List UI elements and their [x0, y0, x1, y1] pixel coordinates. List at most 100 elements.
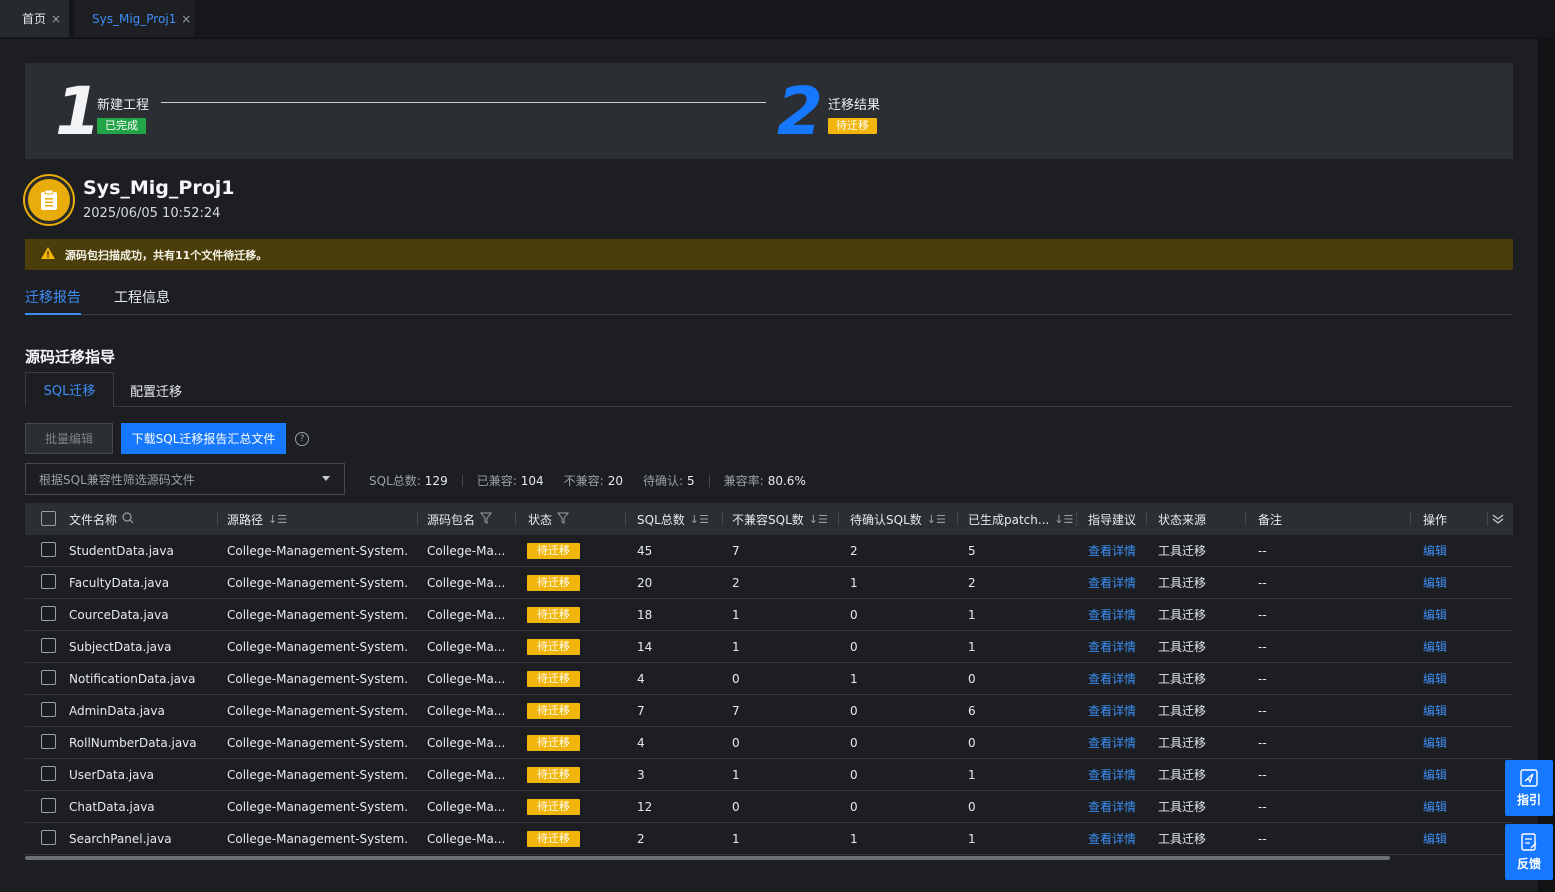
tab-config-migration[interactable]: 配置迁移 [130, 381, 182, 400]
view-details-link-cell[interactable]: 查看详情 [1088, 791, 1136, 822]
compatibility-filter-select[interactable]: 根据SQL兼容性筛选源码文件 [25, 463, 345, 495]
edit-link[interactable]: 编辑 [1423, 670, 1447, 687]
edit-link[interactable]: 编辑 [1423, 606, 1447, 623]
tab-project-info[interactable]: 工程信息 [114, 287, 170, 307]
row-checkbox[interactable] [41, 702, 56, 717]
select-all-checkbox[interactable] [41, 511, 56, 526]
view-details-link-cell[interactable]: 查看详情 [1088, 823, 1136, 854]
help-icon[interactable]: ? [295, 432, 309, 446]
row-checkbox[interactable] [41, 638, 56, 653]
row-checkbox[interactable] [41, 670, 56, 685]
edit-link[interactable]: 编辑 [1423, 638, 1447, 655]
download-report-button[interactable]: 下载SQL迁移报告汇总文件 [121, 423, 286, 454]
row-checkbox[interactable] [41, 606, 56, 621]
edit-link[interactable]: 编辑 [1423, 798, 1447, 815]
batch-edit-button[interactable]: 批量编辑 [25, 423, 113, 454]
tab-project-label: Sys_Mig_Proj1 [92, 11, 177, 26]
view-details-link[interactable]: 查看详情 [1088, 702, 1136, 719]
edit-link-cell[interactable]: 编辑 [1423, 599, 1447, 630]
cell-pending-sql-cell: 0 [850, 599, 858, 630]
cell-package-cell: College-Ma... [427, 791, 509, 822]
cell-incompatible-sql-cell: 0 [732, 663, 740, 694]
view-details-link-cell[interactable]: 查看详情 [1088, 727, 1136, 758]
cell-file-name-cell: RollNumberData.java [69, 727, 197, 758]
horizontal-scrollbar[interactable] [25, 856, 1390, 860]
row-checkbox[interactable] [41, 542, 56, 557]
cell-patch-cell: 0 [968, 791, 976, 822]
filter-icon[interactable] [556, 512, 570, 527]
edit-link-cell[interactable]: 编辑 [1423, 567, 1447, 598]
status-badge: 待迁移 [527, 830, 580, 847]
cell-package: College-Ma... [427, 799, 506, 814]
view-details-link[interactable]: 查看详情 [1088, 606, 1136, 623]
edit-link[interactable]: 编辑 [1423, 766, 1447, 783]
cell-sql-total: 4 [637, 735, 645, 750]
edit-link[interactable]: 编辑 [1423, 702, 1447, 719]
row-checkbox[interactable] [41, 830, 56, 845]
row-checkbox[interactable] [41, 574, 56, 589]
edit-link-cell[interactable]: 编辑 [1423, 759, 1447, 790]
cell-incompatible-sql: 0 [732, 671, 740, 686]
row-checkbox[interactable] [41, 798, 56, 813]
view-details-link-cell[interactable]: 查看详情 [1088, 631, 1136, 662]
filter-icon[interactable] [479, 512, 493, 527]
row-checkbox[interactable] [41, 734, 56, 749]
edit-link-cell[interactable]: 编辑 [1423, 791, 1447, 822]
view-details-link-cell[interactable]: 查看详情 [1088, 663, 1136, 694]
sort-icon[interactable]: ↓☰ [690, 513, 709, 526]
view-details-link-cell[interactable]: 查看详情 [1088, 535, 1136, 566]
sql-stats: SQL总数: 129 已兼容: 104 不兼容: 20 待确认: 5 兼容率: … [369, 472, 806, 489]
tab-home[interactable]: 首页 × [0, 0, 69, 37]
view-details-link[interactable]: 查看详情 [1088, 734, 1136, 751]
row-checkbox[interactable] [41, 766, 56, 781]
close-icon[interactable]: × [181, 12, 191, 26]
step-2-status-badge: 待迁移 [828, 118, 877, 134]
feedback-button[interactable]: 反馈 [1505, 824, 1553, 880]
divider [708, 474, 710, 487]
guide-button[interactable]: 指引 [1505, 760, 1553, 816]
col-incompatible-sql: 不兼容SQL数 ↓☰ [732, 503, 828, 535]
cell-sql-total: 20 [637, 575, 653, 590]
cell-incompatible-sql: 0 [732, 799, 740, 814]
edit-link-cell[interactable]: 编辑 [1423, 535, 1447, 566]
edit-link[interactable]: 编辑 [1423, 734, 1447, 751]
close-icon[interactable]: × [51, 12, 61, 26]
view-details-link-cell[interactable]: 查看详情 [1088, 695, 1136, 726]
search-icon[interactable] [122, 511, 134, 527]
sort-icon[interactable]: ↓☰ [268, 513, 287, 526]
edit-link[interactable]: 编辑 [1423, 830, 1447, 847]
cell-patch-cell: 1 [968, 631, 976, 662]
edit-link[interactable]: 编辑 [1423, 574, 1447, 591]
view-details-link[interactable]: 查看详情 [1088, 766, 1136, 783]
edit-link-cell[interactable]: 编辑 [1423, 823, 1447, 854]
cell-pending-sql: 2 [850, 543, 858, 558]
edit-link-cell[interactable]: 编辑 [1423, 631, 1447, 662]
cell-source-path: College-Management-System... [227, 543, 409, 558]
cell-source-path: College-Management-System... [227, 831, 409, 846]
view-details-link-cell[interactable]: 查看详情 [1088, 567, 1136, 598]
sort-icon[interactable]: ↓☰ [927, 513, 946, 526]
view-details-link[interactable]: 查看详情 [1088, 542, 1136, 559]
view-details-link[interactable]: 查看详情 [1088, 830, 1136, 847]
cell-status-cell: 待迁移 [527, 599, 580, 630]
view-details-link[interactable]: 查看详情 [1088, 574, 1136, 591]
tab-project[interactable]: Sys_Mig_Proj1 × [74, 0, 194, 37]
view-details-link-cell[interactable]: 查看详情 [1088, 599, 1136, 630]
tab-migration-report[interactable]: 迁移报告 [25, 287, 81, 315]
cell-note-cell: -- [1258, 599, 1267, 630]
tab-sql-migration[interactable]: SQL迁移 [25, 372, 114, 407]
table-row: SearchPanel.java College-Management-Syste… [25, 823, 1513, 855]
sort-icon[interactable]: ↓☰ [1054, 513, 1073, 526]
view-details-link[interactable]: 查看详情 [1088, 670, 1136, 687]
view-details-link-cell[interactable]: 查看详情 [1088, 759, 1136, 790]
cell-sql-total-cell: 45 [637, 535, 652, 566]
edit-link[interactable]: 编辑 [1423, 542, 1447, 559]
view-details-link[interactable]: 查看详情 [1088, 798, 1136, 815]
edit-link-cell[interactable]: 编辑 [1423, 695, 1447, 726]
expand-columns-icon[interactable] [1492, 503, 1504, 535]
sort-icon[interactable]: ↓☰ [809, 513, 828, 526]
edit-link-cell[interactable]: 编辑 [1423, 663, 1447, 694]
view-details-link[interactable]: 查看详情 [1088, 638, 1136, 655]
cell-status-cell: 待迁移 [527, 695, 580, 726]
edit-link-cell[interactable]: 编辑 [1423, 727, 1447, 758]
